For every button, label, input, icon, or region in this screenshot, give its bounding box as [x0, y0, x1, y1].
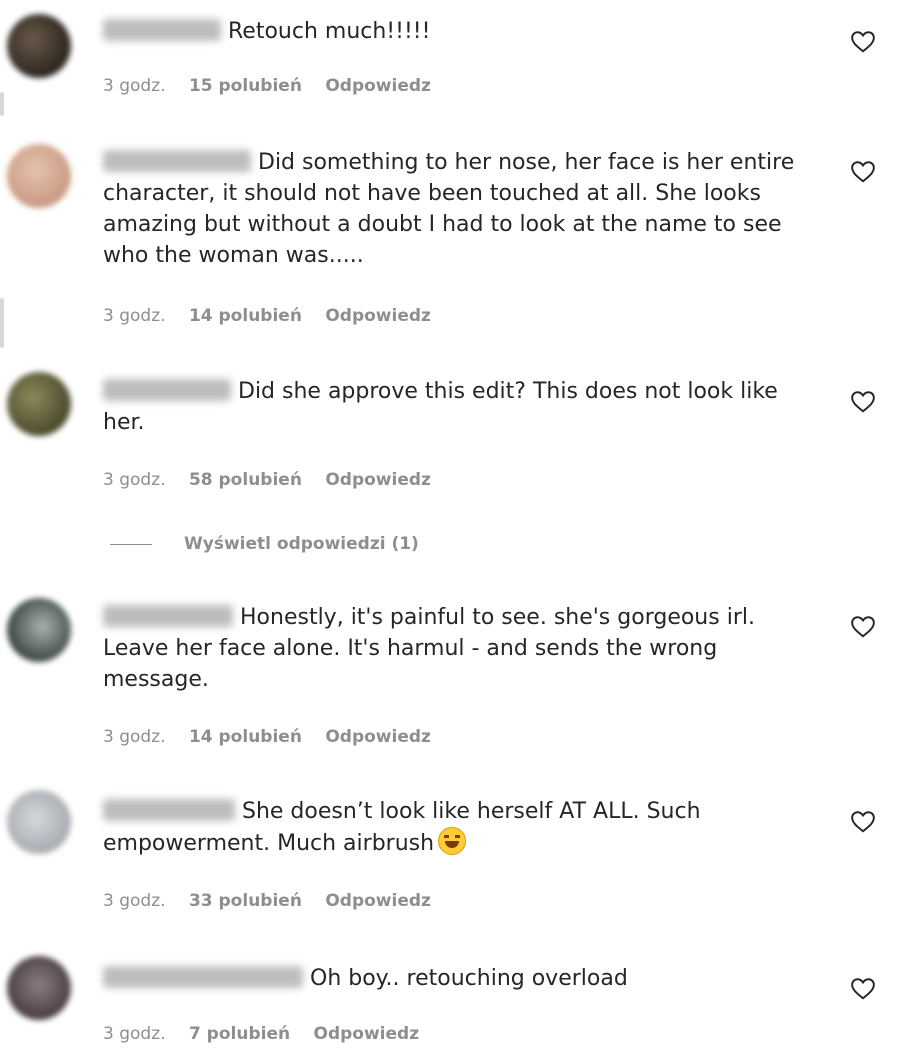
replies-divider-line [110, 543, 152, 545]
comment-text: Did she approve this edit? This does not… [103, 376, 823, 438]
comment-time[interactable]: 3 godz. [103, 470, 166, 490]
reply-button[interactable]: Odpowiedz [325, 727, 431, 747]
comment-text: Oh boy.. retouching overload [103, 963, 823, 994]
reply-button[interactable]: Odpowiedz [325, 891, 431, 911]
heart-icon[interactable] [850, 159, 876, 185]
comment-text: Retouch much!!!!! [103, 16, 823, 47]
laughing-tears-emoji-icon [438, 827, 467, 855]
comment-likes[interactable]: 7 polubień [189, 1024, 290, 1044]
comment-meta: 3 godz. 14 polubień Odpowiedz [103, 725, 449, 749]
username-blurred[interactable] [103, 19, 221, 41]
avatar[interactable] [7, 372, 71, 436]
comment-text: Did something to her nose, her face is h… [103, 147, 823, 271]
heart-icon[interactable] [850, 29, 876, 55]
left-edge-mark [0, 92, 4, 116]
avatar[interactable] [7, 790, 71, 854]
username-blurred[interactable] [103, 150, 251, 172]
heart-icon[interactable] [850, 389, 876, 415]
comment-body: Retouch much!!!!! [228, 19, 431, 44]
username-blurred[interactable] [103, 966, 303, 988]
comment-meta: 3 godz. 15 polubień Odpowiedz [103, 74, 449, 98]
comment-likes[interactable]: 14 polubień [189, 727, 302, 747]
reply-button[interactable]: Odpowiedz [325, 306, 431, 326]
comment-text: Honestly, it's painful to see. she's gor… [103, 602, 823, 695]
comment-text: She doesn’t look like herself AT ALL. Su… [103, 796, 823, 859]
comment-time[interactable]: 3 godz. [103, 76, 166, 96]
avatar[interactable] [7, 956, 71, 1020]
view-replies-button[interactable]: Wyświetl odpowiedzi (1) [110, 531, 419, 557]
reply-button[interactable]: Odpowiedz [325, 470, 431, 490]
comment-time[interactable]: 3 godz. [103, 1024, 166, 1044]
comment-meta: 3 godz. 33 polubień Odpowiedz [103, 889, 449, 913]
username-blurred[interactable] [103, 605, 233, 627]
comment-meta: 3 godz. 7 polubień Odpowiedz [103, 1022, 437, 1046]
comment-likes[interactable]: 14 polubień [189, 306, 302, 326]
comment-meta: 3 godz. 58 polubień Odpowiedz [103, 468, 449, 492]
username-blurred[interactable] [103, 379, 231, 401]
avatar[interactable] [7, 14, 71, 78]
comment-meta: 3 godz. 14 polubień Odpowiedz [103, 304, 449, 328]
heart-icon[interactable] [850, 809, 876, 835]
avatar[interactable] [7, 144, 71, 208]
username-blurred[interactable] [103, 799, 235, 821]
view-replies-label: Wyświetl odpowiedzi (1) [184, 534, 419, 554]
comment-body: Oh boy.. retouching overload [310, 966, 628, 991]
avatar[interactable] [7, 598, 71, 662]
heart-icon[interactable] [850, 976, 876, 1002]
reply-button[interactable]: Odpowiedz [314, 1024, 420, 1044]
comment-time[interactable]: 3 godz. [103, 727, 166, 747]
comment-time[interactable]: 3 godz. [103, 306, 166, 326]
left-edge-mark [0, 298, 4, 348]
heart-icon[interactable] [850, 614, 876, 640]
reply-button[interactable]: Odpowiedz [325, 76, 431, 96]
comment-likes[interactable]: 33 polubień [189, 891, 302, 911]
comment-likes[interactable]: 15 polubień [189, 76, 302, 96]
comment-likes[interactable]: 58 polubień [189, 470, 302, 490]
comment-time[interactable]: 3 godz. [103, 891, 166, 911]
